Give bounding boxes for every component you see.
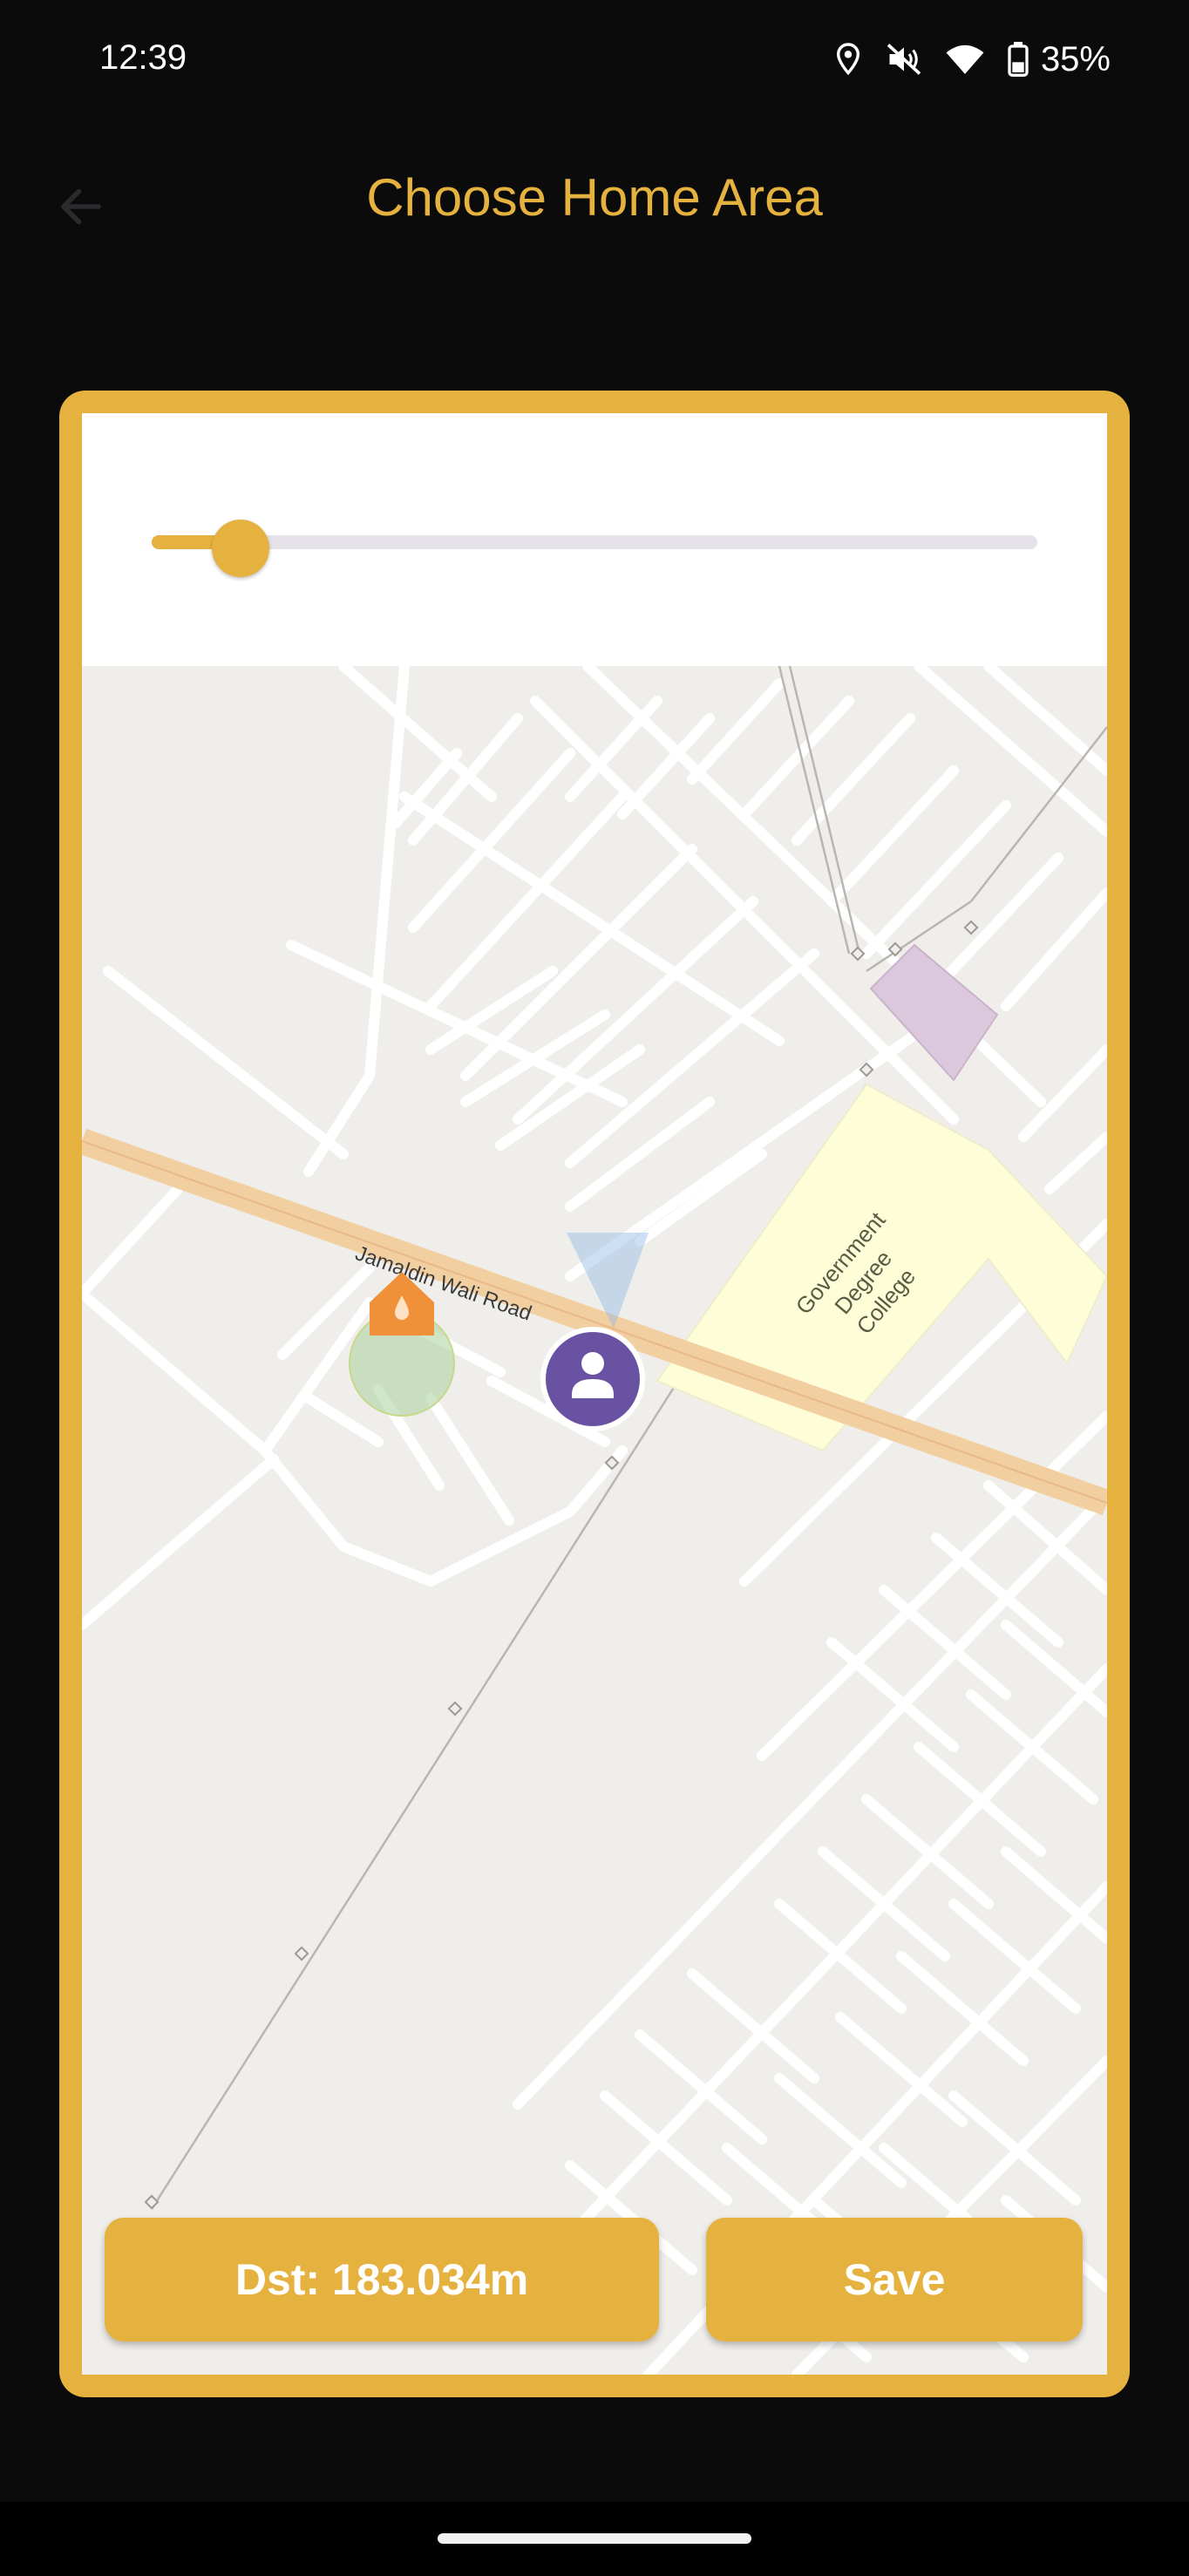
user-location-icon[interactable] bbox=[540, 1327, 645, 1431]
status-icons: 35% bbox=[833, 35, 1111, 84]
mute-icon bbox=[887, 44, 921, 75]
distance-button[interactable]: Dst: 183.034m bbox=[105, 2218, 659, 2342]
home-area-card: Jamaldin Wali Road Government Degree Col… bbox=[59, 391, 1130, 2397]
map-transit-lines bbox=[150, 666, 1107, 2210]
map-streets bbox=[82, 666, 1107, 2375]
location-icon bbox=[836, 43, 859, 76]
page-title: Choose Home Area bbox=[366, 168, 823, 227]
home-indicator[interactable] bbox=[438, 2533, 751, 2544]
status-bar: 12:39 35% bbox=[0, 0, 1189, 122]
save-button[interactable]: Save bbox=[706, 2218, 1083, 2342]
radius-slider[interactable] bbox=[152, 535, 1037, 549]
slider-thumb[interactable] bbox=[211, 520, 269, 577]
status-time: 12:39 bbox=[99, 38, 187, 77]
wifi-icon bbox=[946, 44, 984, 74]
map-view[interactable]: Jamaldin Wali Road Government Degree Col… bbox=[82, 666, 1107, 2375]
card-content: Jamaldin Wali Road Government Degree Col… bbox=[82, 413, 1107, 2375]
app-header: Choose Home Area bbox=[0, 139, 1189, 262]
battery-percent: 35% bbox=[1040, 39, 1111, 78]
battery-icon bbox=[1008, 42, 1029, 77]
radius-slider-panel bbox=[82, 413, 1107, 666]
system-nav-bar bbox=[0, 2502, 1189, 2576]
